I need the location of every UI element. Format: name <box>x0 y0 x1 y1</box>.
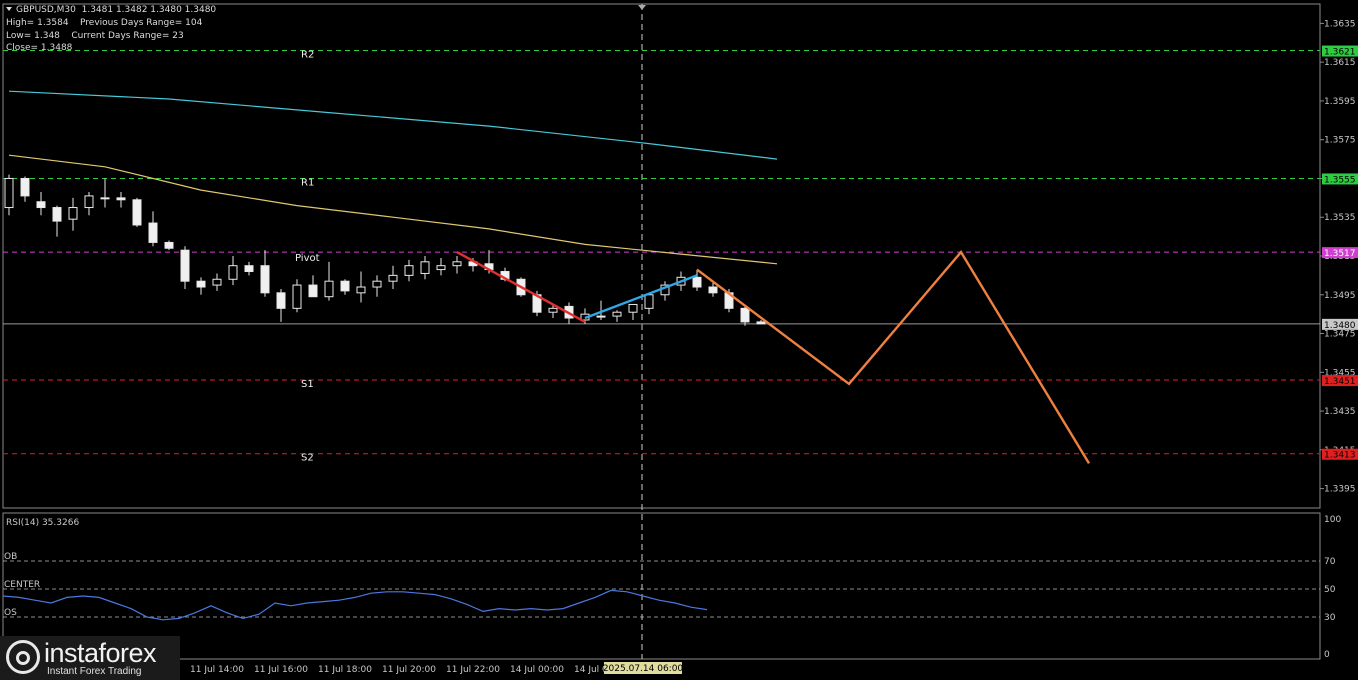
price-tick-label: 1.3535 <box>1324 213 1356 223</box>
candle-body <box>628 303 638 313</box>
candle-body <box>548 307 558 313</box>
candle-body <box>68 207 78 220</box>
chart-canvas: 1.3635 1.3615 1.3595 1.3575 1.3555 1.3535 1.35… <box>2 3 1358 675</box>
candle-body <box>196 280 206 288</box>
candle-body <box>276 292 286 309</box>
candle-body <box>52 207 62 222</box>
level-price-label: 1.3451 <box>1324 377 1356 387</box>
time-tick-label: 11 Jul 20:00 <box>382 665 436 675</box>
candle-body <box>644 294 654 309</box>
rsi-band-label: OS <box>4 608 17 618</box>
candle-body <box>404 265 414 276</box>
rsi-tick-label: 50 <box>1324 585 1336 595</box>
price-tick-label: 1.3435 <box>1324 407 1356 417</box>
candle-body <box>260 265 270 294</box>
candle-body <box>420 261 430 274</box>
candle-body <box>356 286 366 294</box>
candle-body <box>148 222 158 243</box>
wave-line <box>696 250 1091 465</box>
candle-body <box>180 249 190 282</box>
candle-body <box>100 197 110 200</box>
candle-body <box>116 197 126 201</box>
candle-body <box>324 280 334 298</box>
candle-body <box>36 201 46 209</box>
candle-body <box>708 286 718 294</box>
level-price-label: 1.3621 <box>1324 48 1356 58</box>
candle-body <box>228 265 238 280</box>
rsi-title: RSI(14) 35.3266 <box>6 518 79 528</box>
level-name-r2: R2 <box>301 50 314 61</box>
level-name-s1: S1 <box>301 379 314 390</box>
rsi-band-label: OB <box>4 552 17 562</box>
rsi-tick-label: 100 <box>1324 515 1341 525</box>
candle-body <box>372 280 382 288</box>
logo-icon <box>6 640 40 674</box>
candle-body <box>292 284 302 309</box>
time-tick-label: 11 Jul 22:00 <box>446 665 500 675</box>
candle-body <box>164 241 174 249</box>
candle-body <box>388 274 398 282</box>
price-tick-label: 1.3395 <box>1324 485 1356 495</box>
rsi-band-label: CENTER <box>4 580 40 590</box>
level-name-s2: S2 <box>301 453 314 464</box>
level-price-label: 1.3517 <box>1324 249 1356 259</box>
candle-body <box>20 177 30 197</box>
candle-body <box>452 261 462 267</box>
candle-body <box>692 276 702 288</box>
logo-tagline: Instant Forex Trading <box>47 666 142 677</box>
wave-line <box>456 251 586 323</box>
time-tick-label: 14 Jul 00:00 <box>510 665 564 675</box>
price-tick-label: 1.3635 <box>1324 19 1356 29</box>
moving-average-line <box>8 154 778 265</box>
logo-name: instaforex <box>44 638 157 668</box>
rsi-line <box>2 589 708 621</box>
candle-body <box>212 278 222 286</box>
candle-body <box>756 321 766 325</box>
time-tick-label: 11 Jul 18:00 <box>318 665 372 675</box>
collapse-triangle-icon[interactable] <box>6 7 12 11</box>
level-price-label: 1.3555 <box>1324 175 1356 185</box>
high-line: High= 1.3584 Previous Days Range= 104 <box>6 18 203 28</box>
symbol-line: GBPUSD,M30 1.3481 1.3482 1.3480 1.3480 <box>16 5 217 15</box>
candle-body <box>740 307 750 323</box>
rsi-pane-frame <box>2 512 1321 660</box>
level-name-r1: R1 <box>301 177 314 188</box>
candle-body <box>132 199 142 226</box>
rsi-tick-label: 30 <box>1324 613 1336 623</box>
moving-average-line <box>8 90 778 160</box>
level-name-pivot: Pivot <box>295 253 320 264</box>
cursor-time-label: 2025.07.14 06:00 <box>603 664 684 674</box>
candle-body <box>84 195 94 209</box>
rsi-tick-label: 0 <box>1324 650 1330 660</box>
candle-body <box>436 265 446 271</box>
close-line: Close= 1.3488 <box>6 43 73 53</box>
price-tick-label: 1.3495 <box>1324 291 1356 301</box>
candle-body <box>4 177 14 209</box>
price-tick-label: 1.3475 <box>1324 330 1356 340</box>
low-line: Low= 1.348 Current Days Range= 23 <box>6 31 184 41</box>
main-pane-frame <box>2 3 1321 509</box>
price-tick-label: 1.3575 <box>1324 136 1356 146</box>
current-price-label: 1.3480 <box>1324 321 1356 331</box>
logo: instaforex Instant Forex Trading <box>0 636 180 680</box>
candle-body <box>244 265 254 273</box>
time-tick-label: 11 Jul 14:00 <box>190 665 244 675</box>
candle-body <box>340 280 350 292</box>
wave-line <box>584 274 698 320</box>
price-tick-label: 1.3595 <box>1324 97 1356 107</box>
cursor-marker-icon <box>638 5 646 10</box>
price-tick-label: 1.3615 <box>1324 58 1356 68</box>
rsi-tick-label: 70 <box>1324 557 1336 567</box>
level-price-label: 1.3413 <box>1324 451 1356 461</box>
candle-body <box>612 311 622 317</box>
candle-body <box>308 284 318 298</box>
time-tick-label: 11 Jul 16:00 <box>254 665 308 675</box>
candle-body <box>596 315 606 318</box>
